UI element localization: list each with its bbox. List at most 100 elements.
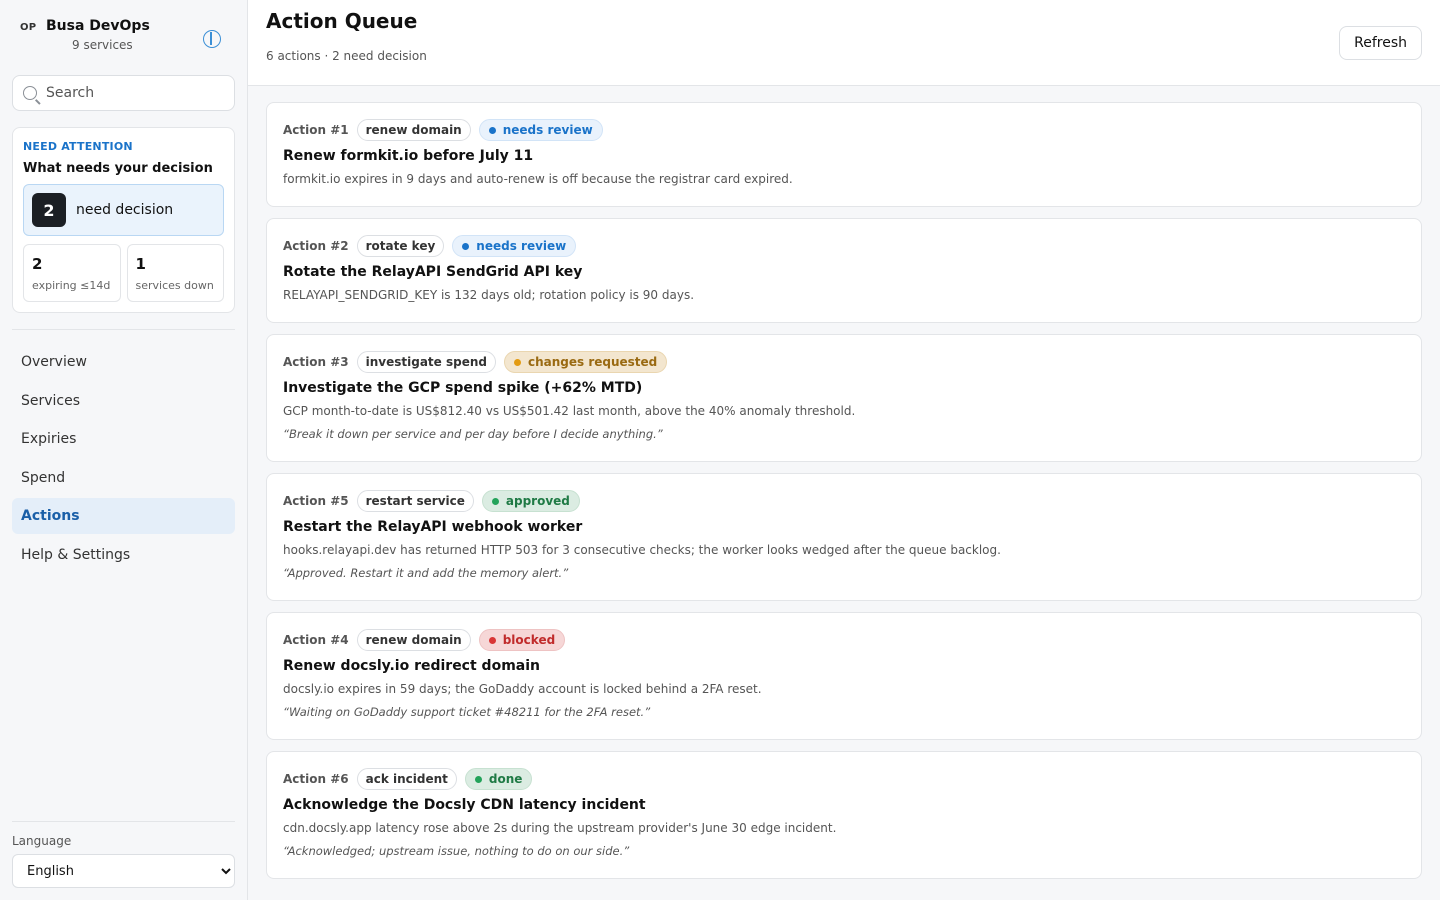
action-note: “Waiting on GoDaddy support ticket #4821… bbox=[283, 705, 651, 719]
decision-label: need decision bbox=[76, 202, 174, 218]
stat-expiring[interactable]: 2 expiring ≤14d bbox=[23, 244, 121, 302]
status-dot-icon bbox=[488, 636, 496, 644]
action-type-tag: restart service bbox=[356, 490, 474, 512]
action-card-header: Action #1 renew domain needs review bbox=[283, 119, 1405, 141]
search-icon bbox=[23, 86, 37, 100]
action-number: Action #2 bbox=[283, 239, 349, 253]
status-badge: approved bbox=[481, 490, 580, 512]
status-badge: done bbox=[464, 768, 533, 790]
search-input[interactable] bbox=[46, 85, 224, 101]
sidebar-item-actions[interactable]: Actions bbox=[12, 498, 235, 534]
sidebar-item-spend[interactable]: Spend bbox=[12, 460, 235, 496]
stat-value: 1 bbox=[135, 255, 146, 273]
action-title: Rotate the RelayAPI SendGrid API key bbox=[283, 264, 583, 280]
action-description: RELAYAPI_SENDGRID_KEY is 132 days old; r… bbox=[283, 288, 695, 302]
main-content: Action Queue 6 actions · 2 need decision… bbox=[248, 0, 1440, 900]
action-type-tag: ack incident bbox=[356, 768, 457, 790]
search-box[interactable] bbox=[12, 75, 235, 111]
stat-label: services down bbox=[135, 279, 214, 292]
workspace-service-count: 9 services bbox=[72, 38, 133, 52]
action-number: Action #4 bbox=[283, 633, 349, 647]
workspace-badge: OP bbox=[20, 22, 37, 33]
stat-label: expiring ≤14d bbox=[32, 279, 111, 292]
status-dot-icon bbox=[474, 775, 482, 783]
status-label: done bbox=[488, 772, 523, 786]
sidebar-item-help-settings[interactable]: Help & Settings bbox=[12, 537, 235, 573]
sidebar-item-overview[interactable]: Overview bbox=[12, 344, 235, 380]
action-card[interactable]: Action #6 ack incident done Acknowledge … bbox=[266, 751, 1422, 879]
action-number: Action #5 bbox=[283, 494, 349, 508]
action-card[interactable]: Action #2 rotate key needs review Rotate… bbox=[266, 218, 1422, 323]
page-subtitle: 6 actions · 2 need decision bbox=[266, 49, 427, 63]
status-label: blocked bbox=[502, 633, 556, 647]
page-header: Action Queue 6 actions · 2 need decision… bbox=[248, 0, 1440, 86]
sidebar-nav: Overview Services Expiries Spend Actions… bbox=[12, 344, 235, 575]
workspace-info: Busa DevOps 9 services bbox=[46, 18, 203, 52]
status-label: changes requested bbox=[527, 355, 658, 369]
attention-eyebrow: NEED ATTENTION bbox=[23, 140, 133, 153]
sidebar-toggle-icon[interactable] bbox=[203, 30, 221, 48]
status-badge: changes requested bbox=[503, 351, 668, 373]
sidebar-divider bbox=[12, 329, 235, 330]
action-card-header: Action #5 restart service approved bbox=[283, 490, 1405, 512]
action-card[interactable]: Action #5 restart service approved Resta… bbox=[266, 473, 1422, 601]
status-label: needs review bbox=[502, 123, 593, 137]
page-title: Action Queue bbox=[266, 9, 418, 33]
stat-services-down[interactable]: 1 services down bbox=[126, 244, 224, 302]
action-card-header: Action #2 rotate key needs review bbox=[283, 235, 1405, 257]
status-dot-icon bbox=[513, 358, 521, 366]
action-description: docsly.io expires in 59 days; the GoDadd… bbox=[283, 682, 762, 696]
status-dot-icon bbox=[462, 242, 470, 250]
action-note: “Break it down per service and per day b… bbox=[283, 427, 663, 441]
action-card-header: Action #6 ack incident done bbox=[283, 768, 1405, 790]
stat-value: 2 bbox=[32, 255, 43, 273]
refresh-button[interactable]: Refresh bbox=[1339, 26, 1422, 60]
status-dot-icon bbox=[491, 497, 499, 505]
status-badge: needs review bbox=[452, 235, 577, 257]
action-note: “Acknowledged; upstream issue, nothing t… bbox=[283, 844, 630, 858]
action-description: GCP month-to-date is US$812.40 vs US$501… bbox=[283, 404, 856, 418]
action-description: cdn.docsly.app latency rose above 2s dur… bbox=[283, 821, 837, 835]
action-title: Restart the RelayAPI webhook worker bbox=[283, 519, 583, 535]
action-card-header: Action #3 investigate spend changes requ… bbox=[283, 351, 1405, 373]
sidebar-item-services[interactable]: Services bbox=[12, 383, 235, 419]
action-list: Action #1 renew domain needs review Rene… bbox=[248, 86, 1440, 879]
sidebar: OP Busa DevOps 9 services NEED ATTENTION… bbox=[0, 0, 248, 900]
action-number: Action #1 bbox=[283, 123, 349, 137]
language-divider bbox=[12, 821, 235, 822]
action-type-tag: investigate spend bbox=[356, 351, 496, 373]
language-select[interactable]: English bbox=[12, 854, 235, 888]
action-number: Action #3 bbox=[283, 355, 349, 369]
action-card[interactable]: Action #1 renew domain needs review Rene… bbox=[266, 102, 1422, 207]
action-card-header: Action #4 renew domain blocked bbox=[283, 629, 1405, 651]
action-note: “Approved. Restart it and add the memory… bbox=[283, 566, 569, 580]
attention-title: What needs your decision bbox=[23, 161, 213, 176]
status-label: approved bbox=[505, 494, 570, 508]
action-type-tag: renew domain bbox=[356, 119, 471, 141]
action-title: Acknowledge the Docsly CDN latency incid… bbox=[283, 797, 646, 813]
status-badge: blocked bbox=[478, 629, 566, 651]
action-type-tag: rotate key bbox=[356, 235, 445, 257]
need-decision-card[interactable]: 2 need decision bbox=[23, 184, 224, 236]
action-title: Investigate the GCP spend spike (+62% MT… bbox=[283, 380, 643, 396]
decision-count: 2 bbox=[32, 193, 66, 227]
language-label: Language bbox=[12, 834, 72, 848]
attention-panel: NEED ATTENTION What needs your decision … bbox=[12, 127, 235, 313]
action-description: hooks.relayapi.dev has returned HTTP 503… bbox=[283, 543, 1001, 557]
action-type-tag: renew domain bbox=[356, 629, 471, 651]
action-description: formkit.io expires in 9 days and auto-re… bbox=[283, 172, 793, 186]
app-shell: OP Busa DevOps 9 services NEED ATTENTION… bbox=[0, 0, 1440, 900]
workspace-header: OP Busa DevOps 9 services bbox=[12, 14, 235, 74]
action-card[interactable]: Action #3 investigate spend changes requ… bbox=[266, 334, 1422, 462]
sidebar-item-expiries[interactable]: Expiries bbox=[12, 421, 235, 457]
status-label: needs review bbox=[476, 239, 567, 253]
status-badge: needs review bbox=[478, 119, 603, 141]
action-card[interactable]: Action #4 renew domain blocked Renew doc… bbox=[266, 612, 1422, 740]
action-number: Action #6 bbox=[283, 772, 349, 786]
workspace-name: Busa DevOps bbox=[46, 18, 150, 34]
attention-stats: 2 expiring ≤14d 1 services down bbox=[23, 244, 224, 302]
page-heading: Action Queue 6 actions · 2 need decision bbox=[266, 9, 427, 63]
status-dot-icon bbox=[488, 126, 496, 134]
action-title: Renew formkit.io before July 11 bbox=[283, 148, 534, 164]
